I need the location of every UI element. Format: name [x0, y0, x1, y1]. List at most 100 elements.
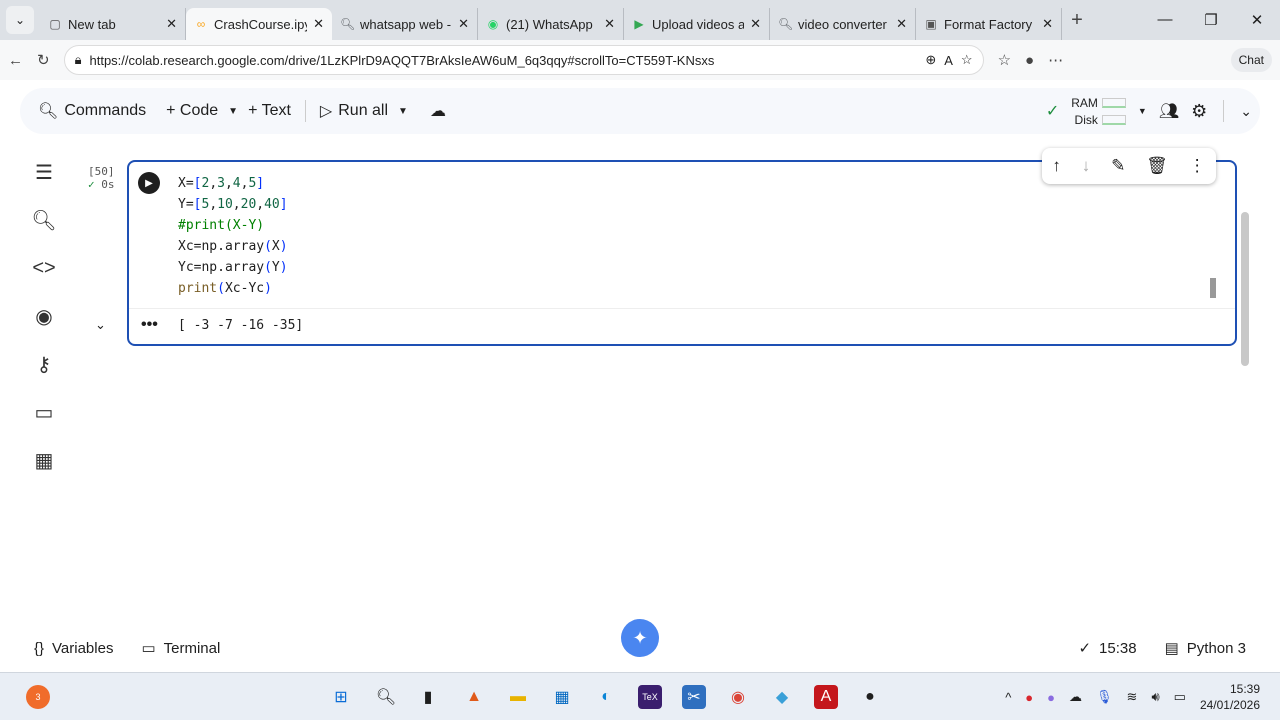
browser-tab[interactable]: 🔍︎ video converter f ✕ — [770, 8, 916, 40]
clock[interactable]: 15:39 24/01/2026 — [1200, 681, 1260, 713]
more-vert-icon[interactable]: ⋮ — [1189, 156, 1206, 176]
favorite-star-icon[interactable]: ☆ — [961, 52, 973, 68]
files-folder-icon[interactable]: ▭ — [20, 388, 68, 436]
back-icon[interactable]: ← — [8, 52, 23, 69]
store-icon[interactable]: ▦ — [550, 685, 574, 709]
zoom-icon[interactable]: ⊕ — [925, 52, 936, 68]
microphone-icon[interactable]: 🎙︎ — [1096, 689, 1113, 705]
add-text-button[interactable]: + Text — [238, 94, 301, 128]
cell-toolbar: ↑ ↓ ✎ 🗑︎ ⋮ — [1042, 148, 1216, 184]
ai-edit-pencil-icon[interactable]: ✎ — [1111, 156, 1125, 176]
search-icon: 🔍︎ — [340, 17, 356, 31]
start-windows-icon[interactable]: ⊞ — [329, 685, 353, 709]
copilot-icon[interactable]: ● — [1047, 690, 1055, 705]
commands-button[interactable]: 🔍︎ Commands — [28, 94, 156, 128]
last-run-status[interactable]: ✓ 15:38 — [1064, 639, 1150, 658]
close-tab-icon[interactable]: ✕ — [313, 16, 324, 32]
run-cell-button[interactable]: ▶ — [138, 172, 160, 194]
snipping-icon[interactable]: ✂ — [682, 685, 706, 709]
wifi-icon[interactable]: ≋ — [1127, 689, 1138, 705]
braces-icon: {} — [34, 639, 45, 657]
copilot-chat-button[interactable]: Chat — [1230, 48, 1272, 72]
code-token: Yc=np.array — [178, 260, 265, 275]
app-black-icon[interactable]: ● — [858, 685, 882, 709]
secrets-key-icon[interactable]: ⚷ — [20, 340, 68, 388]
tab-title: Upload videos at — [652, 16, 745, 32]
close-tab-icon[interactable]: ✕ — [896, 16, 907, 32]
app-icon[interactable]: ◆ — [770, 685, 794, 709]
browser-tab[interactable]: ∞ CrashCourse.ipynb ✕ — [186, 8, 332, 40]
browser-tab[interactable]: ▣ Format Factory - ✕ — [916, 8, 1062, 40]
collapse-chevron-icon[interactable]: ⌄ — [1240, 103, 1252, 120]
clock-date: 24/01/2026 — [1199, 698, 1260, 712]
url-field[interactable]: 🔒︎ https://colab.research.google.com/dri… — [63, 45, 984, 75]
edge-icon[interactable]: ◐ — [594, 685, 618, 709]
chrome-icon[interactable]: ◉ — [726, 685, 750, 709]
refresh-icon[interactable]: ↻ — [37, 51, 50, 69]
output-actions-icon[interactable]: ••• — [141, 316, 158, 334]
run-all-dropdown-icon[interactable]: ▼ — [398, 106, 408, 117]
code-token: X= — [178, 176, 194, 191]
restore-button[interactable]: ❐ — [1188, 11, 1234, 29]
close-window-button[interactable]: ✕ — [1234, 11, 1280, 29]
variables-inspector-icon[interactable]: ◉ — [20, 292, 68, 340]
close-tab-icon[interactable]: ✕ — [1042, 16, 1053, 32]
variables-button[interactable]: {} Variables — [20, 640, 127, 657]
execution-count: [50] — [88, 165, 115, 178]
code-editor[interactable]: X=[2,3,4,5] Y=[5,10,20,40] #print(X-Y) Xc=n… — [178, 173, 288, 299]
close-tab-icon[interactable]: ✕ — [750, 16, 761, 32]
move-down-icon[interactable]: ↓ — [1082, 156, 1091, 176]
code-token: 4 — [232, 176, 241, 191]
acrobat-icon[interactable]: A — [814, 685, 838, 709]
code-token: 20 — [240, 197, 257, 212]
browser-tab[interactable]: ▢ New tab ✕ — [40, 8, 186, 40]
move-up-icon[interactable]: ↑ — [1052, 156, 1061, 176]
editor-scrollbar[interactable] — [1210, 278, 1216, 298]
notebook-scrollbar[interactable] — [1241, 212, 1249, 366]
add-code-button[interactable]: + Code — [156, 94, 228, 128]
new-tab-button[interactable]: + — [1062, 9, 1092, 32]
matlab-icon[interactable]: ▲ — [462, 685, 486, 709]
texworks-icon[interactable]: TeX — [638, 685, 662, 709]
data-table-icon[interactable]: ▦ — [20, 436, 68, 484]
close-tab-icon[interactable]: ✕ — [166, 16, 177, 32]
tab-title: (21) WhatsApp — [506, 16, 593, 32]
mega-icon[interactable]: ● — [1025, 690, 1033, 705]
code-dropdown-icon[interactable]: ▼ — [228, 106, 238, 117]
collapse-output-icon[interactable]: ⌄ — [95, 317, 106, 333]
code-snippets-icon[interactable]: <> — [20, 244, 68, 292]
volume-icon[interactable]: 🔊︎ — [1151, 689, 1159, 705]
page-icon: ▢ — [49, 17, 61, 31]
file-explorer-icon[interactable]: ▬ — [506, 685, 530, 709]
run-all-button[interactable]: ▷ Run all — [310, 94, 398, 128]
close-tab-icon[interactable]: ✕ — [604, 16, 615, 32]
battery-icon[interactable]: ▭ — [1174, 689, 1186, 705]
share-people-icon[interactable]: 👥︎ — [1159, 101, 1179, 121]
runtime-dropdown-icon[interactable]: ▼ — [1138, 106, 1147, 116]
settings-gear-icon[interactable]: ⚙ — [1191, 101, 1207, 122]
drive-save-icon[interactable]: ☁ — [430, 101, 446, 121]
success-check-icon: ✓ — [88, 178, 95, 191]
find-icon[interactable]: 🔍︎ — [20, 196, 68, 244]
more-icon[interactable]: ⋯ — [1048, 51, 1063, 69]
weather-widget-icon[interactable]: 3 — [26, 685, 50, 709]
taskbar-search-icon[interactable]: 🔍︎ — [374, 685, 398, 709]
browser-tab[interactable]: ◉ (21) WhatsApp ✕ — [478, 8, 624, 40]
browser-tab[interactable]: 🔍︎ whatsapp web - ✕ — [332, 8, 478, 40]
resource-meter[interactable]: RAM Disk — [1071, 96, 1126, 127]
table-of-contents-icon[interactable]: ☰ — [20, 148, 68, 196]
runtime-button[interactable]: ▤ Python 3 — [1151, 639, 1260, 658]
favorites-icon[interactable]: ☆ — [998, 51, 1011, 69]
profile-avatar[interactable]: ● — [1025, 52, 1034, 69]
read-aloud-icon[interactable]: A — [944, 53, 953, 68]
task-view-icon[interactable]: ▮ — [416, 685, 440, 709]
code-token: print — [178, 281, 218, 296]
tab-list-button[interactable]: ⌄ — [6, 6, 34, 34]
minimize-button[interactable]: — — [1142, 11, 1188, 29]
terminal-button[interactable]: ▭ Terminal — [127, 639, 234, 658]
onedrive-icon[interactable]: ☁ — [1069, 689, 1082, 705]
delete-trash-icon[interactable]: 🗑︎ — [1146, 156, 1168, 176]
tray-overflow-icon[interactable]: ^ — [1005, 690, 1011, 705]
browser-tab[interactable]: ▶ Upload videos at ✕ — [624, 8, 770, 40]
close-tab-icon[interactable]: ✕ — [458, 16, 469, 32]
